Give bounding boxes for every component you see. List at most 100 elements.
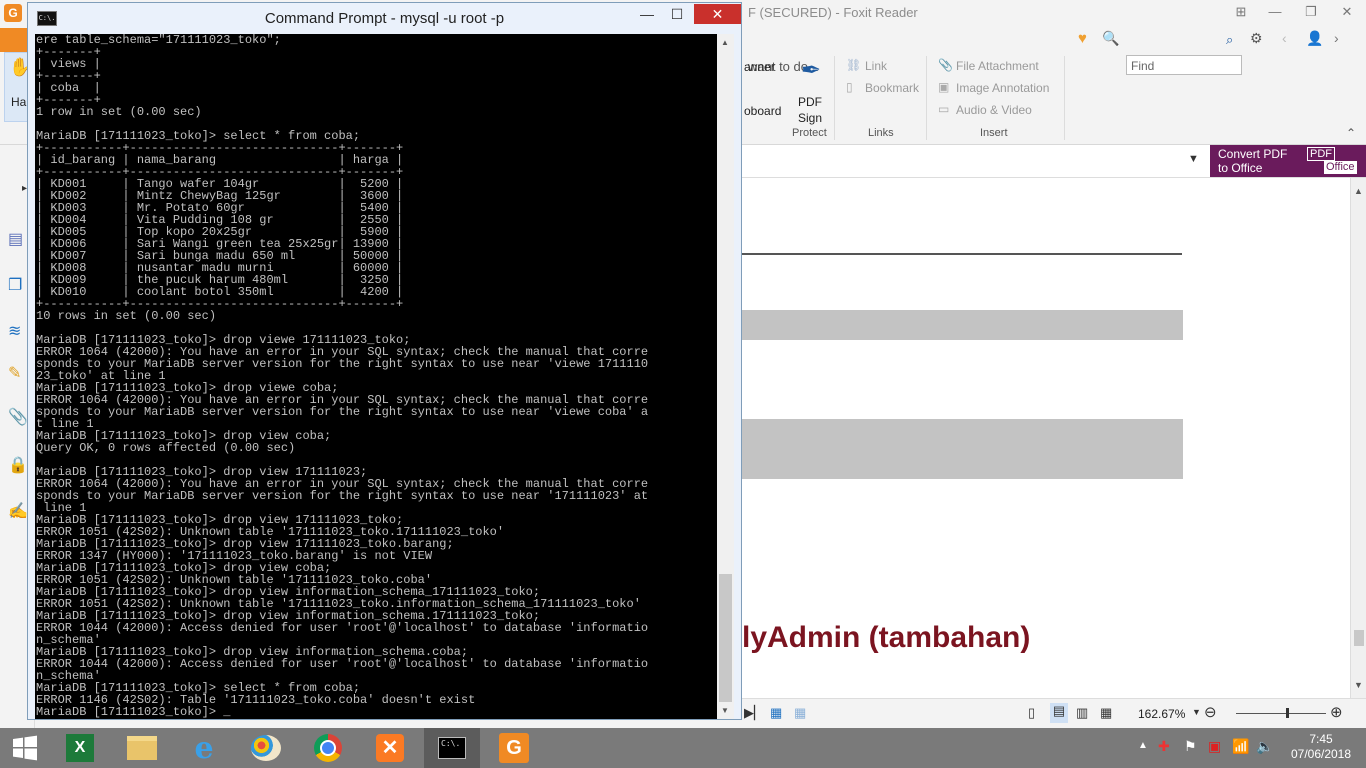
- attachments-icon[interactable]: 📎: [8, 407, 28, 427]
- windows-logo-icon: [13, 735, 37, 761]
- network-signal-icon[interactable]: 📶: [1232, 738, 1249, 755]
- chrome-taskbar-button[interactable]: [300, 728, 356, 768]
- document-heading: lyAdmin (tambahan): [742, 621, 1031, 654]
- table-header-band: [742, 310, 1183, 340]
- zoom-level[interactable]: 162.67%: [1138, 707, 1185, 721]
- user-icon[interactable]: 👤: [1306, 30, 1323, 47]
- collapse-ribbon-icon[interactable]: ⌃: [1346, 126, 1356, 140]
- excel-taskbar-button[interactable]: X: [52, 728, 108, 768]
- close-button[interactable]: ✕: [1332, 2, 1362, 22]
- ribbon-separator: [1064, 56, 1065, 140]
- audio-video-icon: ▭: [938, 102, 950, 116]
- image-annotation-icon: ▣: [938, 80, 950, 94]
- file-attachment-button[interactable]: File Attachment: [956, 59, 1039, 73]
- last-page-icon[interactable]: ▶▏: [744, 705, 764, 721]
- find-search-icon[interactable]: ⌕: [1226, 32, 1233, 48]
- paint-taskbar-button[interactable]: [238, 728, 294, 768]
- foxit-logo-icon[interactable]: G: [4, 4, 22, 22]
- image-annotation-button[interactable]: Image Annotation: [956, 81, 1049, 95]
- xampp-taskbar-button[interactable]: ✕: [362, 728, 418, 768]
- foxit-icon: G: [499, 733, 529, 763]
- page-view-icon[interactable]: ▦: [770, 705, 782, 721]
- page-rule-line: [742, 253, 1182, 255]
- security-lock-icon[interactable]: 🔒: [8, 455, 28, 475]
- scroll-up-arrow-icon[interactable]: ▲: [1354, 186, 1363, 196]
- thumbnails-icon[interactable]: ❐: [8, 275, 22, 295]
- console-output[interactable]: ere table_schema="171111023_toko"; +----…: [35, 34, 717, 719]
- tab-list-dropdown-icon[interactable]: ▼: [1188, 153, 1199, 165]
- ribbon-display-icon[interactable]: ⊞: [1226, 2, 1256, 22]
- insert-group-label: Insert: [980, 127, 1008, 139]
- pdf-sign-button[interactable]: PDF Sign: [794, 94, 826, 126]
- cmd-maximize-button[interactable]: ☐: [662, 4, 692, 24]
- zoom-dropdown-icon[interactable]: ▼: [1192, 707, 1201, 717]
- cmd-scrollbar[interactable]: ▲ ▼: [717, 34, 734, 719]
- folder-icon: [127, 736, 157, 760]
- command-prompt-window[interactable]: C:\. Command Prompt - mysql -u root -p —…: [27, 2, 742, 720]
- zoom-slider[interactable]: [1236, 708, 1326, 718]
- excel-icon: X: [66, 734, 94, 762]
- home-tab-label: Ha: [11, 95, 27, 109]
- comments-icon[interactable]: ✎: [8, 363, 21, 383]
- heart-icon[interactable]: ♥: [1078, 30, 1087, 47]
- previous-arrow-icon[interactable]: ‹: [1282, 30, 1287, 46]
- internet-explorer-taskbar-button[interactable]: e: [176, 728, 232, 768]
- command-prompt-taskbar-button[interactable]: C:\.: [424, 728, 480, 768]
- action-center-flag-icon[interactable]: ⚑: [1184, 738, 1197, 755]
- foxit-reader-taskbar-button[interactable]: G: [486, 728, 542, 768]
- start-button[interactable]: [0, 728, 50, 768]
- facing-page-icon[interactable]: ▥: [1076, 705, 1088, 721]
- system-clock[interactable]: 7:45 07/06/2018: [1278, 732, 1364, 762]
- convert-pdf-to-office-button[interactable]: Convert PDF to Office PDF Office: [1210, 145, 1366, 177]
- document-scrollbar[interactable]: ▲ ▼: [1350, 178, 1366, 698]
- clipboard-button[interactable]: oboard: [744, 104, 781, 118]
- page-view-icon[interactable]: ▦: [794, 705, 806, 721]
- minimize-button[interactable]: —: [1260, 2, 1290, 22]
- show-hidden-icons-icon[interactable]: ▲: [1138, 740, 1148, 751]
- links-group-label: Links: [868, 127, 894, 139]
- layers-icon[interactable]: ≋: [8, 321, 21, 341]
- cmd-titlebar[interactable]: C:\. Command Prompt - mysql -u root -p —…: [28, 3, 741, 33]
- zoom-in-icon[interactable]: ⊕: [1330, 703, 1343, 721]
- cmd-scroll-up-icon[interactable]: ▲: [721, 38, 729, 47]
- bookmark-icon: ▯: [846, 80, 853, 94]
- next-arrow-icon[interactable]: ›: [1334, 30, 1339, 46]
- volume-icon[interactable]: 🔈: [1256, 738, 1273, 755]
- cmd-scroll-thumb[interactable]: [719, 574, 732, 702]
- pages-icon[interactable]: ▤: [8, 229, 23, 249]
- settings-gear-icon[interactable]: ⚙: [1250, 30, 1263, 47]
- scroll-down-arrow-icon[interactable]: ▼: [1354, 680, 1363, 690]
- audio-video-button[interactable]: Audio & Video: [956, 103, 1032, 117]
- command-prompt-icon: C:\.: [438, 737, 466, 759]
- link-icon: ⛓: [846, 58, 862, 72]
- pdf-sign-icon: ✒: [800, 57, 822, 84]
- single-page-icon[interactable]: ▯: [1028, 705, 1035, 721]
- chrome-icon: [314, 734, 342, 762]
- home-tab-accent: [0, 28, 27, 52]
- pdf-badge-icon: PDF: [1307, 147, 1335, 161]
- find-input[interactable]: Find: [1126, 55, 1242, 75]
- scanner-button[interactable]: anner: [744, 60, 775, 74]
- bookmark-button[interactable]: Bookmark: [865, 81, 919, 95]
- ribbon-separator: [926, 56, 927, 140]
- ribbon-separator: [834, 56, 835, 140]
- continuous-page-icon[interactable]: ▤: [1050, 703, 1068, 723]
- cmd-close-button[interactable]: ✕: [694, 4, 741, 24]
- continuous-facing-icon[interactable]: ▦: [1100, 705, 1112, 721]
- zoom-out-icon[interactable]: ⊖: [1204, 703, 1217, 721]
- tray-app-icon[interactable]: ✚: [1158, 738, 1170, 755]
- link-button[interactable]: Link: [865, 59, 887, 73]
- file-explorer-taskbar-button[interactable]: [114, 728, 170, 768]
- restore-button[interactable]: ❐: [1296, 2, 1326, 22]
- console-text: ere table_schema="171111023_toko"; +----…: [36, 34, 649, 719]
- search-folder-icon[interactable]: 🔍: [1102, 30, 1119, 47]
- scroll-thumb[interactable]: [1354, 630, 1364, 646]
- signature-icon[interactable]: ✍: [8, 501, 28, 521]
- cmd-scroll-down-icon[interactable]: ▼: [721, 706, 729, 715]
- paint-palette-icon: [251, 735, 281, 761]
- internet-explorer-icon: e: [194, 730, 214, 766]
- file-attachment-icon: 📎: [938, 58, 953, 72]
- cmd-minimize-button[interactable]: —: [632, 4, 662, 24]
- zoom-slider-thumb[interactable]: [1286, 708, 1289, 718]
- tray-red-icon[interactable]: ▣: [1208, 738, 1221, 755]
